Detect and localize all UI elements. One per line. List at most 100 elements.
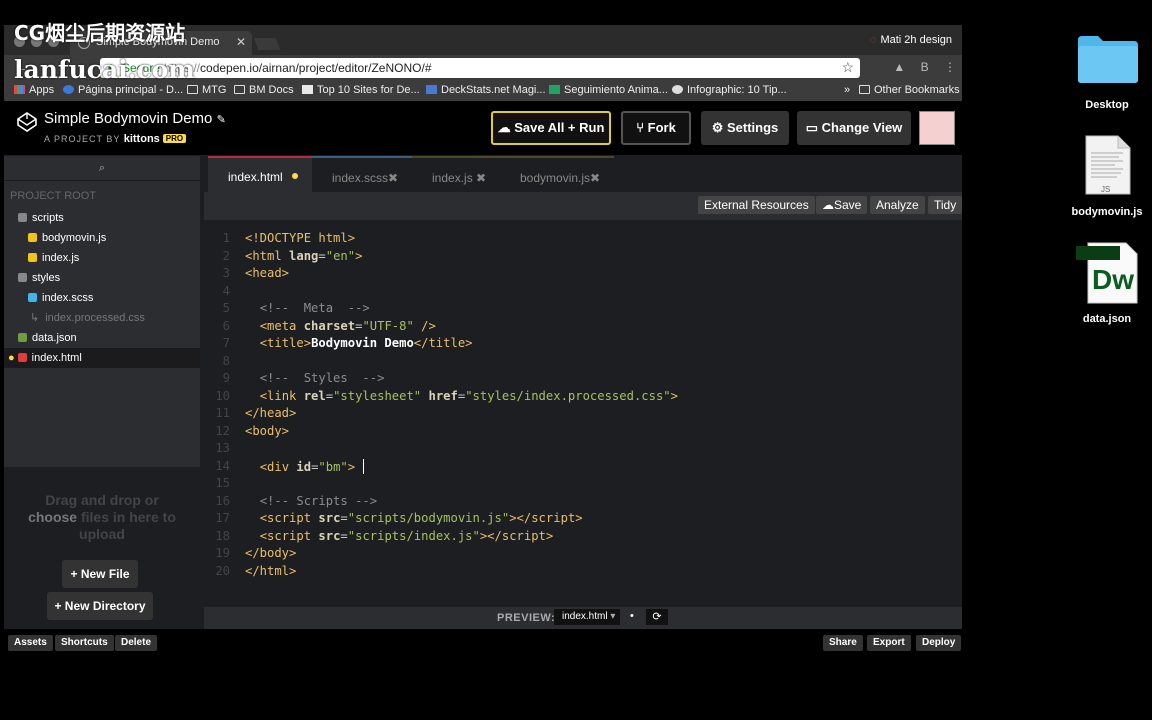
chevron-down-icon: ▾ — [610, 611, 616, 622]
external-resources-button[interactable]: External Resources — [698, 196, 815, 214]
analyze-button[interactable]: Analyze — [870, 196, 925, 214]
sidebar-item-index-processed-css[interactable]: ↳ index.processed.css — [4, 308, 200, 328]
bookmarks-overflow[interactable]: » — [844, 84, 850, 96]
delete-button[interactable]: Delete — [115, 635, 158, 651]
code-line: </head> — [245, 406, 297, 420]
page-icon — [302, 85, 313, 94]
profile-icon: ◌ — [869, 34, 877, 46]
desktop-folder-label: Desktop — [1085, 99, 1129, 111]
change-view-button[interactable]: ▭ Change View — [797, 111, 911, 145]
code-line: </html> — [245, 563, 297, 578]
bookmark-top10[interactable]: Top 10 Sites for De... — [302, 84, 420, 96]
line-number: 18 — [215, 528, 230, 543]
profile-badge[interactable]: ◌ Mati 2h design — [870, 34, 952, 46]
assets-button[interactable]: Assets — [8, 635, 53, 651]
user-avatar[interactable] — [919, 111, 955, 145]
preview-file-select[interactable]: index.html ▾ — [554, 609, 620, 625]
unsaved-dot-icon — [292, 173, 298, 179]
author-link[interactable]: kittons — [124, 133, 160, 145]
sheets-icon — [549, 85, 560, 94]
sidebar-item-index-scss[interactable]: index.scss — [4, 288, 200, 308]
js-file-label: bodymovin.js — [1071, 206, 1143, 218]
share-button[interactable]: Share — [823, 635, 863, 651]
js-file-icon — [28, 233, 37, 242]
sidebar-item-scripts[interactable]: scripts — [4, 208, 200, 228]
tab-index-scss[interactable]: index.scss ✖ — [312, 156, 412, 192]
shortcuts-button[interactable]: Shortcuts — [55, 635, 114, 651]
desktop-folder-icon[interactable] — [1076, 34, 1140, 84]
line-number: 16 — [215, 493, 230, 508]
choose-files-link[interactable]: choose — [28, 509, 77, 525]
browser-window: Simple Bodymovin Demo ✕ ◌ Mati 2h design … — [4, 25, 962, 655]
settings-button[interactable]: ⚙ Settings — [701, 111, 789, 145]
line-number: 10 — [215, 388, 230, 403]
deploy-button[interactable]: Deploy — [916, 635, 962, 651]
fork-icon: ⑂ — [636, 120, 644, 135]
editor-actions-bar: External Resources ☁Save Analyze Tidy — [204, 192, 962, 220]
tidy-button[interactable]: Tidy — [928, 196, 962, 214]
file-sidebar: ⌕ PROJECT ROOT scripts bodymovin.js inde… — [4, 156, 200, 467]
bookmark-bm-docs[interactable]: BM Docs — [234, 84, 294, 96]
json-file-label: data.json — [1082, 313, 1132, 325]
save-all-run-button[interactable]: ☁ Save All + Run — [491, 111, 611, 145]
tab-index-html[interactable]: index.html — [208, 156, 312, 192]
folder-icon — [187, 85, 198, 94]
line-number: 12 — [215, 423, 230, 438]
code-area[interactable]: 1 2 3 4 5 6 7 8 9 10 11 12 13 14 15 16 1… — [204, 220, 962, 607]
drive-icon[interactable]: ▲ — [893, 60, 905, 74]
sidebar-item-index-html[interactable]: ● index.html — [4, 348, 200, 368]
line-number: 20 — [215, 563, 230, 578]
fork-button[interactable]: ⑂ Fork — [621, 111, 691, 145]
bookmark-mtg[interactable]: MTG — [187, 84, 226, 96]
export-button[interactable]: Export — [867, 635, 911, 651]
extension-icons: ▲ B ⋮ — [881, 60, 956, 74]
line-number: 19 — [215, 546, 230, 560]
dreamweaver-file-icon[interactable]: Dw — [1076, 242, 1138, 304]
folder-icon — [234, 85, 245, 94]
sidebar-item-bodymovin-js[interactable]: bodymovin.js — [4, 228, 200, 248]
sidebar-item-index-js[interactable]: index.js — [4, 248, 200, 268]
tab-bodymovin-js[interactable]: bodymovin.js ✖ — [500, 156, 614, 192]
tab-close-icon[interactable]: ✕ — [236, 35, 246, 49]
bookmark-star-icon[interactable]: ☆ — [841, 59, 854, 76]
save-button[interactable]: ☁Save — [816, 196, 868, 214]
apps-icon — [14, 85, 25, 94]
editor-tabs: index.html index.scss ✖ index.js ✖ bodymov… — [204, 156, 962, 192]
edit-pencil-icon[interactable]: ✎ — [217, 114, 226, 126]
deckstats-icon — [426, 85, 437, 94]
new-tab-button[interactable] — [253, 38, 281, 50]
watermark-text: CG烟尘后期资源站 — [14, 21, 186, 45]
upload-dropzone[interactable]: Drag and drop or choose files in here to… — [4, 468, 200, 625]
code-line: <!-- Styles --> — [259, 371, 385, 385]
address-bar[interactable]: 🔒︎ Secure https://codepen.io/airnan/proj… — [100, 58, 860, 78]
folder-icon — [859, 85, 870, 94]
project-title[interactable]: Simple Bodymovin Demo ✎ — [44, 110, 226, 127]
line-number: 2 — [222, 248, 230, 263]
bookmark-other[interactable]: Other Bookmarks — [859, 84, 960, 96]
bookmark-pagina[interactable]: Página principal - D... — [63, 84, 183, 96]
line-number: 15 — [215, 476, 230, 490]
cloud-icon: ☁ — [822, 198, 834, 212]
bookmark-infographic[interactable]: Infographic: 10 Tip... — [672, 84, 787, 96]
code-line: <head> — [245, 266, 290, 280]
codepen-logo-icon[interactable] — [16, 111, 37, 132]
menu-kebab-icon[interactable]: ⋮ — [944, 60, 956, 74]
refresh-icon[interactable]: ⟳ — [646, 609, 668, 625]
project-byline: A PROJECT BY kittons PRO — [44, 133, 187, 145]
code-line: <script src="scripts/bodymovin.js"></scr… — [259, 511, 583, 525]
bookmark-apps[interactable]: Apps — [14, 84, 54, 96]
tab-index-js[interactable]: index.js ✖ — [412, 156, 500, 192]
scss-file-icon — [28, 293, 37, 302]
line-number: 1 — [222, 231, 230, 245]
new-directory-button[interactable]: + New Directory — [47, 592, 153, 620]
sidebar-search-icon[interactable]: ⌕ — [4, 156, 200, 181]
json-file-icon — [18, 333, 27, 342]
bookmark-seguimiento[interactable]: Seguimiento Anima... — [549, 84, 668, 96]
sidebar-item-styles[interactable]: styles — [4, 268, 200, 288]
js-file-icon[interactable]: JS — [1085, 135, 1131, 195]
line-number: 5 — [222, 301, 230, 315]
new-file-button[interactable]: + New File — [62, 560, 138, 588]
bookmark-deckstats[interactable]: DeckStats.net Magi... — [426, 84, 546, 96]
extension-b-icon[interactable]: B — [921, 60, 929, 74]
sidebar-item-data-json[interactable]: data.json — [4, 328, 200, 348]
